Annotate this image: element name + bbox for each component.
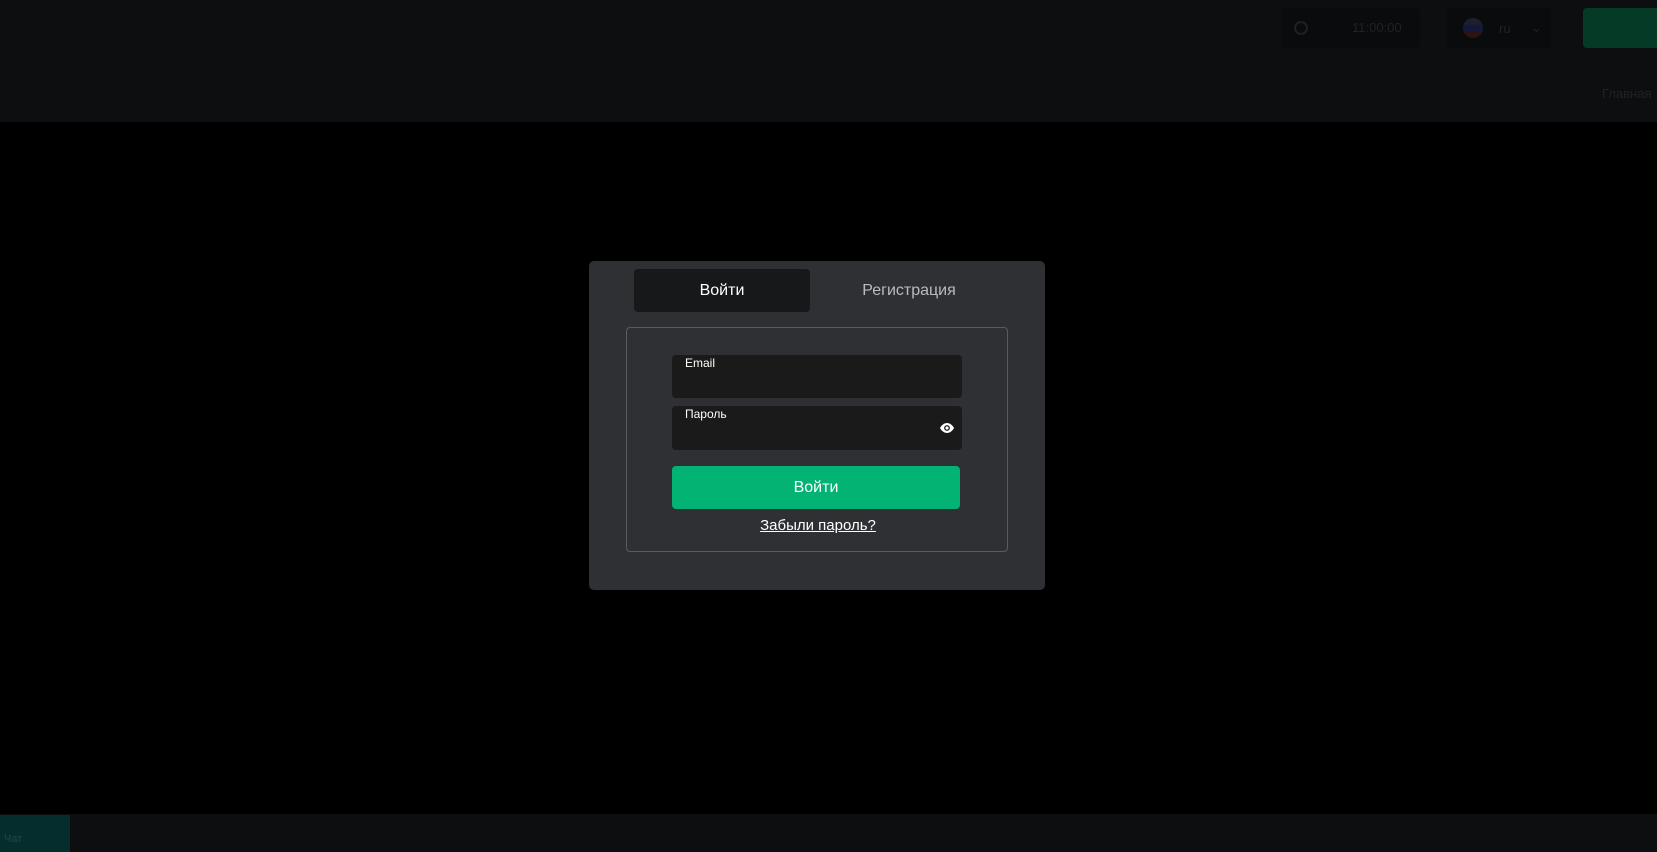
flag-icon (1463, 18, 1483, 38)
time-widget: 11:00:00 (1282, 8, 1420, 48)
password-label: Пароль (685, 407, 727, 421)
header-nav-link[interactable]: Главная (1602, 86, 1651, 101)
chat-chip[interactable]: Чат (0, 815, 70, 852)
time-text: 11:00:00 (1352, 20, 1402, 35)
email-field[interactable]: Email (672, 355, 962, 398)
login-submit-button[interactable]: Войти (672, 466, 960, 509)
page: 11:00:00 ru ⌄ Главная Чат Войти Регистра… (0, 0, 1657, 852)
language-selector[interactable]: ru ⌄ (1447, 8, 1551, 48)
login-form: Email Пароль Войти Забыли пароль? (626, 327, 1008, 552)
password-field[interactable]: Пароль (672, 406, 962, 450)
chat-chip-label: Чат (4, 833, 23, 845)
eye-icon[interactable] (939, 422, 955, 434)
email-input[interactable] (685, 373, 925, 395)
top-header-backdrop: 11:00:00 ru ⌄ Главная (0, 0, 1657, 122)
clock-icon (1294, 21, 1308, 35)
email-label: Email (685, 356, 716, 370)
forgot-password-link[interactable]: Забыли пароль? (627, 517, 1009, 534)
auth-modal: Войти Регистрация Email Пароль Войти Заб… (589, 261, 1045, 590)
chevron-down-icon: ⌄ (1531, 20, 1542, 35)
tab-register[interactable]: Регистрация (810, 269, 1008, 312)
auth-tabs: Войти Регистрация (634, 269, 1008, 312)
header-cta-button[interactable] (1583, 8, 1657, 48)
tab-login[interactable]: Войти (634, 269, 810, 312)
language-code: ru (1499, 21, 1511, 36)
password-input[interactable] (685, 424, 925, 446)
bottom-bar-backdrop (0, 814, 1657, 852)
